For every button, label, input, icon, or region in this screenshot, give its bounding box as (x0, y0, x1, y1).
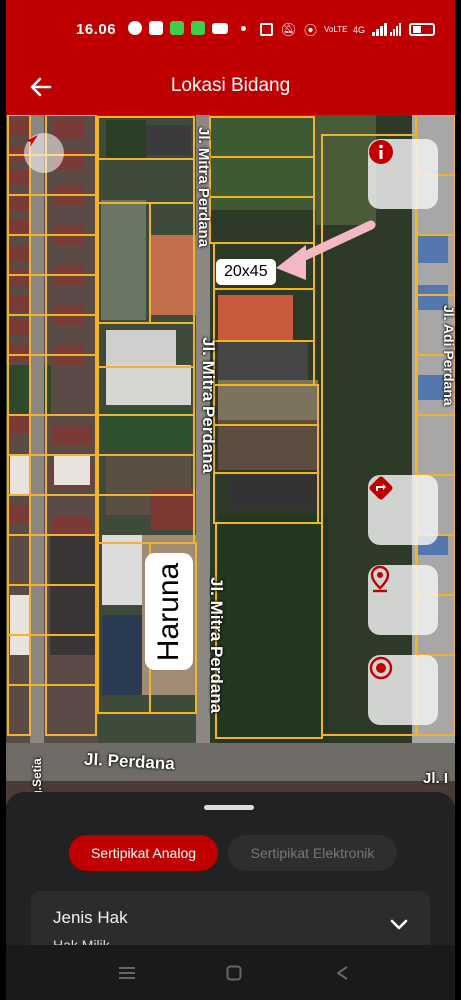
system-navigation-bar (6, 945, 455, 1000)
notification-icons (128, 21, 246, 35)
chat-green-icon (191, 21, 205, 35)
nfc-icon (260, 23, 274, 36)
info-button[interactable] (368, 139, 438, 209)
directions-icon (369, 476, 393, 500)
app-bar: Lokasi Bidang (6, 60, 455, 115)
system-icons: 🔕︎ ⦿ VoLTE 4G (260, 20, 435, 39)
location-status-icon: ⦿ (303, 23, 317, 38)
compass-icon (26, 135, 38, 147)
youtube-icon (212, 22, 228, 34)
location-pin-button[interactable] (368, 565, 438, 635)
mute-icon: 🔕︎ (280, 21, 297, 37)
road-label-mitra-perdana-top: Jl. Mitra Perdana (195, 127, 212, 248)
my-location-icon (369, 656, 393, 680)
road-label-mitra-perdana-bottom: Jl. Mitra Perdana (207, 577, 226, 714)
info-icon (369, 140, 393, 164)
network-label: 4G (352, 24, 365, 35)
tab-sertipikat-analog[interactable]: Sertipikat Analog (69, 835, 218, 871)
back-nav-button[interactable] (331, 962, 353, 984)
tab-sertipikat-elektronik[interactable]: Sertipikat Elektronik (228, 835, 397, 871)
messenger-icon (128, 21, 142, 35)
volte-label: VoLTE (323, 24, 348, 34)
road-label-perdana-right: Jl. I (423, 770, 449, 787)
signal-icon (372, 23, 401, 36)
status-time: 16.06 (76, 21, 117, 38)
screen: 16.06 🔕︎ ⦿ VoLTE 4G Lokasi Bidang Jl. Mi… (6, 0, 455, 1000)
dot-icon (241, 25, 246, 31)
recent-apps-button[interactable] (116, 962, 138, 984)
handwritten-label-text: Haruna (152, 562, 185, 661)
back-triangle-icon (337, 966, 348, 980)
drag-handle[interactable] (204, 805, 254, 810)
home-button[interactable] (223, 962, 245, 984)
battery-icon (409, 23, 435, 36)
menu-icon (119, 967, 135, 979)
location-pin-icon (370, 565, 390, 593)
chevron-down-icon (390, 919, 408, 930)
parcel-size-callout: 20x45 (216, 259, 276, 285)
home-square-icon (226, 965, 242, 981)
handwritten-label: Haruna (145, 553, 193, 670)
road-label-mitra-perdana-mid: Jl. Mitra Perdana (199, 337, 218, 474)
satellite-map[interactable]: Jl. Mitra Perdana Jl. Mitra Perdana Jl. … (6, 115, 455, 805)
my-location-button[interactable] (368, 655, 438, 725)
compass-button[interactable] (24, 133, 64, 173)
field-label: Jenis Hak (53, 908, 128, 927)
status-bar: 16.06 🔕︎ ⦿ VoLTE 4G (6, 0, 455, 60)
page-title: Lokasi Bidang (170, 75, 291, 96)
road-label-adi-perdana: Jl. Adi Perdana (441, 305, 455, 406)
shopping-bag-icon (149, 21, 163, 35)
app-green-icon (170, 21, 184, 35)
directions-button[interactable] (368, 475, 438, 545)
